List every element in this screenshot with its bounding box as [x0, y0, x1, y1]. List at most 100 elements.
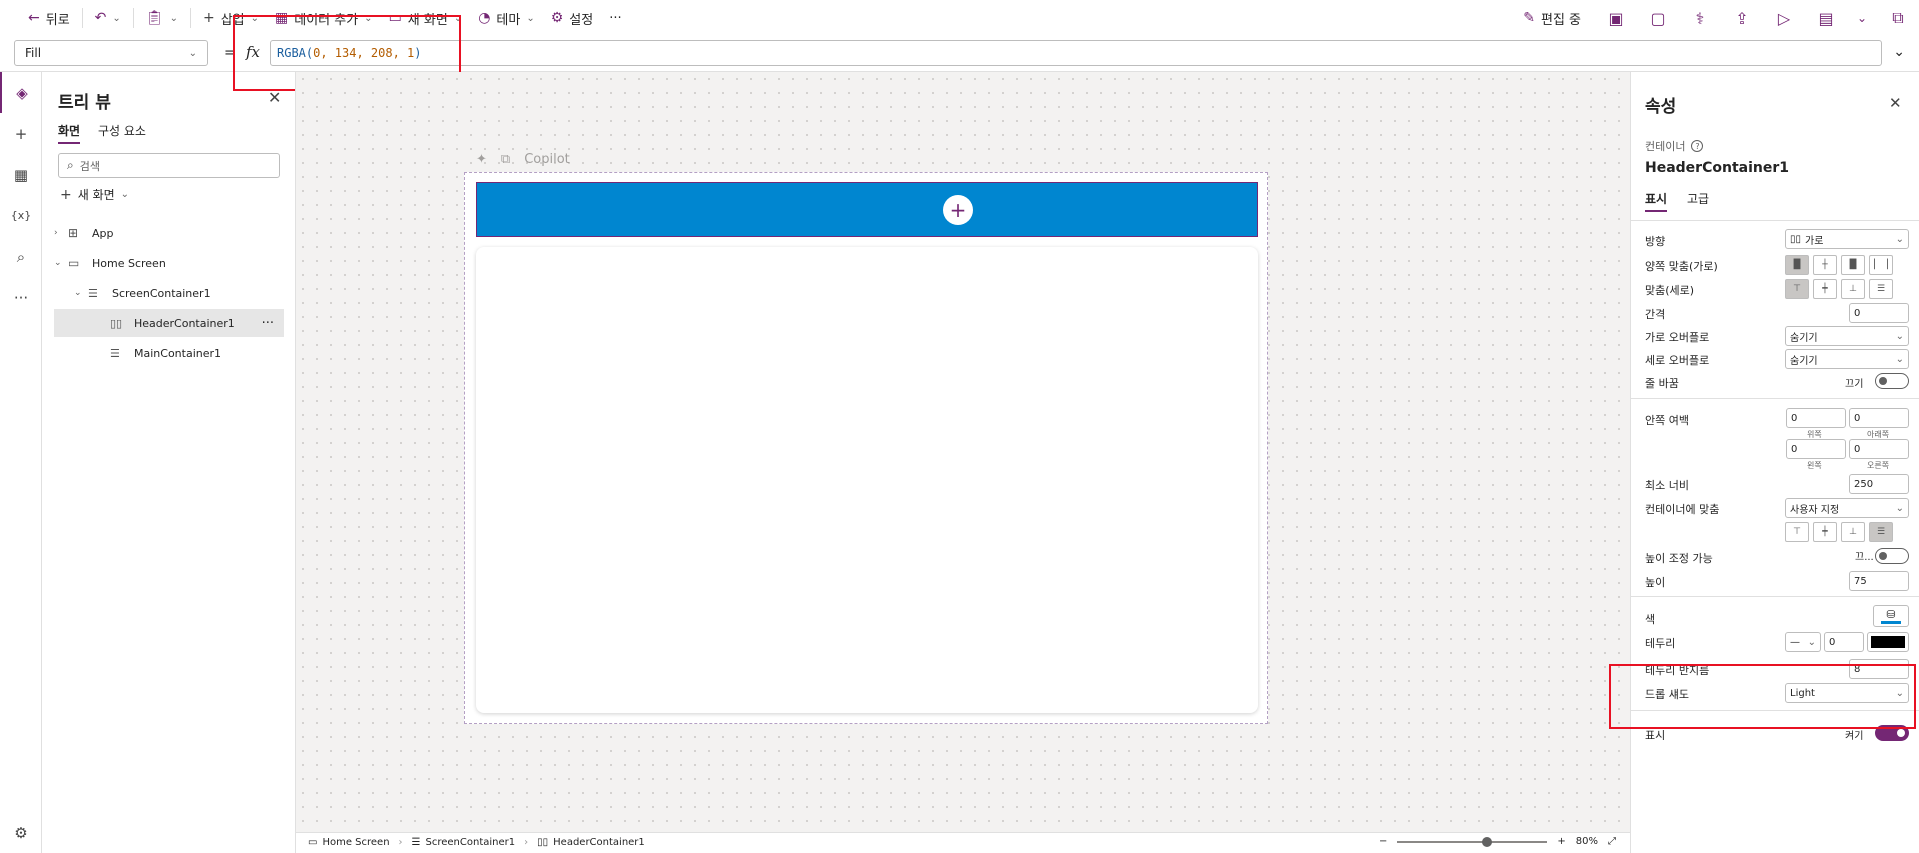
- tab-display[interactable]: 표시: [1645, 190, 1668, 212]
- close-icon[interactable]: ✕: [268, 88, 281, 107]
- palette-icon: ◔: [478, 10, 491, 26]
- justify-segmented[interactable]: ▐▌ ┼ ▐▌ ▏▕: [1785, 255, 1893, 275]
- wrap-state: 끄기: [1845, 379, 1864, 390]
- data-grid-icon[interactable]: ▦: [0, 154, 42, 195]
- formula-input[interactable]: RGBA(0, 134, 208, 1): [270, 40, 1882, 66]
- app-icon: ⊞: [68, 226, 79, 240]
- editing-button[interactable]: ✎ 편집 중: [1515, 0, 1595, 36]
- save-icon[interactable]: ▤: [1805, 0, 1847, 36]
- fit-align-segmented[interactable]: ⊤ ┿ ⊥ ☰: [1785, 522, 1893, 542]
- border-width-input[interactable]: 0: [1824, 632, 1864, 652]
- color-picker[interactable]: ⛁: [1873, 605, 1909, 627]
- align-stretch-icon[interactable]: ☰: [1869, 279, 1893, 299]
- chevron-right-icon: ›: [54, 228, 58, 238]
- justify-center-icon[interactable]: ┼: [1813, 255, 1837, 275]
- plus-icon[interactable]: +: [0, 113, 42, 154]
- comment-icon[interactable]: ▢: [1637, 0, 1679, 36]
- zoom-in-icon[interactable]: +: [1557, 836, 1565, 847]
- search-icon[interactable]: ⌕: [0, 236, 42, 277]
- header-container[interactable]: +: [476, 182, 1258, 237]
- hoverflow-dropdown[interactable]: 숨기기 ⌄: [1785, 326, 1909, 346]
- main-container[interactable]: [476, 247, 1258, 713]
- share-icon[interactable]: ⇪: [1721, 0, 1763, 36]
- theme-button[interactable]: ◔ 테마 ⌄: [470, 0, 543, 36]
- padding-top-input[interactable]: 0: [1786, 408, 1846, 428]
- settings-button[interactable]: ⚙ 설정: [543, 0, 601, 36]
- paste-button[interactable]: 📋︎ ⌄: [138, 0, 186, 36]
- add-control-button[interactable]: +: [943, 195, 973, 225]
- tab-screens[interactable]: 화면: [58, 122, 81, 144]
- properties-panel: 속성 ✕ 컨테이너 ? HeaderContainer1 표시 고급 방향 ▯▯…: [1630, 72, 1919, 853]
- publish-icon[interactable]: ⧉: [1877, 0, 1919, 36]
- minwidth-input[interactable]: 250: [1849, 474, 1909, 494]
- zoom-out-icon[interactable]: −: [1379, 836, 1387, 847]
- breadcrumb-home-screen[interactable]: Home Screen: [322, 837, 389, 848]
- tree-item-maincontainer1[interactable]: ☰ MainContainer1: [54, 339, 284, 367]
- border-color-picker[interactable]: [1867, 632, 1909, 652]
- horizontal-container-icon: ▯▯: [537, 837, 549, 848]
- align-middle-icon[interactable]: ┿: [1813, 279, 1837, 299]
- gear-icon: ⚙: [550, 10, 564, 26]
- help-icon[interactable]: ?: [1691, 140, 1704, 152]
- fit-dropdown[interactable]: 사용자 지정 ⌄: [1785, 498, 1909, 518]
- align-bottom-icon[interactable]: ⊥: [1841, 279, 1865, 299]
- wrap-toggle[interactable]: [1875, 373, 1909, 389]
- padding-left-input[interactable]: 0: [1786, 439, 1846, 459]
- padding-bottom-input[interactable]: 0: [1849, 408, 1909, 428]
- padding-right-input[interactable]: 0: [1849, 439, 1909, 459]
- stethoscope-icon[interactable]: ⚕: [1679, 0, 1721, 36]
- property-dropdown[interactable]: Fill ⌄: [14, 40, 208, 66]
- breadcrumb-headercontainer1[interactable]: HeaderContainer1: [553, 837, 645, 848]
- chevron-down-icon: ⌄: [1895, 330, 1904, 342]
- fit-stretch-icon[interactable]: ☰: [1869, 522, 1893, 542]
- voverflow-dropdown[interactable]: 숨기기 ⌄: [1785, 349, 1909, 369]
- justify-space-icon[interactable]: ▏▕: [1869, 255, 1893, 275]
- search-input[interactable]: ⌕ 검색: [58, 153, 280, 178]
- tab-components[interactable]: 구성 요소: [98, 122, 146, 139]
- gear-icon[interactable]: ⚙: [0, 812, 42, 853]
- breadcrumb-screencontainer1[interactable]: ScreenContainer1: [426, 837, 516, 848]
- direction-dropdown[interactable]: ▯▯ 가로 ⌄: [1785, 229, 1909, 249]
- justify-start-icon[interactable]: ▐▌: [1785, 255, 1809, 275]
- undo-button[interactable]: ↶ ⌄: [87, 0, 129, 36]
- fit-value: 사용자 지정: [1790, 504, 1840, 516]
- tree-item-home-screen[interactable]: ⌄ ▭ Home Screen: [54, 249, 284, 277]
- tree-item-label: MainContainer1: [134, 346, 222, 360]
- tab-advanced[interactable]: 고급: [1687, 190, 1709, 207]
- play-icon[interactable]: ▷: [1763, 0, 1805, 36]
- height-input[interactable]: 75: [1849, 571, 1909, 591]
- more-icon[interactable]: ···: [0, 277, 42, 318]
- left-rail: ◈ + ▦ {x} ⌕ ··· ⚙: [0, 72, 42, 853]
- fit-bottom-icon[interactable]: ⊥: [1841, 522, 1865, 542]
- zoom-thumb[interactable]: [1482, 836, 1493, 847]
- back-button[interactable]: ← 뒤로: [20, 0, 78, 36]
- screen-container[interactable]: +: [464, 172, 1268, 724]
- fit-middle-icon[interactable]: ┿: [1813, 522, 1837, 542]
- layers-icon[interactable]: ◈: [0, 72, 42, 113]
- design-canvas[interactable]: ✦ ⧉ Copilot +: [296, 72, 1630, 853]
- close-icon[interactable]: ✕: [1889, 94, 1902, 112]
- justify-end-icon[interactable]: ▐▌: [1841, 255, 1865, 275]
- resizable-toggle[interactable]: [1875, 548, 1909, 564]
- zoom-value: 80%: [1575, 836, 1598, 847]
- item-more-button[interactable]: ···: [262, 316, 274, 331]
- expand-chevron-icon[interactable]: ⌄: [1893, 44, 1905, 60]
- tree-item-app[interactable]: › ⊞ App: [54, 219, 284, 247]
- border-style-dropdown[interactable]: — ⌄: [1785, 632, 1821, 652]
- gap-input[interactable]: 0: [1849, 303, 1909, 323]
- zoom-slider[interactable]: [1397, 836, 1548, 847]
- fit-top-icon[interactable]: ⊤: [1785, 522, 1809, 542]
- chevron-down-icon[interactable]: ⌄: [1847, 0, 1877, 36]
- copilot-hint[interactable]: ✦ ⧉ Copilot: [476, 152, 570, 167]
- tree-item-headercontainer1[interactable]: ▯▯ HeaderContainer1 ···: [54, 309, 284, 337]
- height-label: 높이: [1645, 576, 1666, 589]
- more-button[interactable]: ···: [601, 0, 629, 36]
- align-top-icon[interactable]: ⊤: [1785, 279, 1809, 299]
- power-apps-icon[interactable]: ▣: [1595, 0, 1637, 36]
- tree-item-screencontainer1[interactable]: ⌄ ☰ ScreenContainer1: [54, 279, 284, 307]
- variables-icon[interactable]: {x}: [0, 195, 42, 236]
- align-segmented[interactable]: ⊤ ┿ ⊥ ☰: [1785, 279, 1893, 299]
- new-screen-button[interactable]: + 새 화면 ⌄: [60, 186, 129, 203]
- fit-screen-icon[interactable]: ⤢: [1608, 836, 1616, 847]
- border-color-swatch: [1871, 636, 1905, 648]
